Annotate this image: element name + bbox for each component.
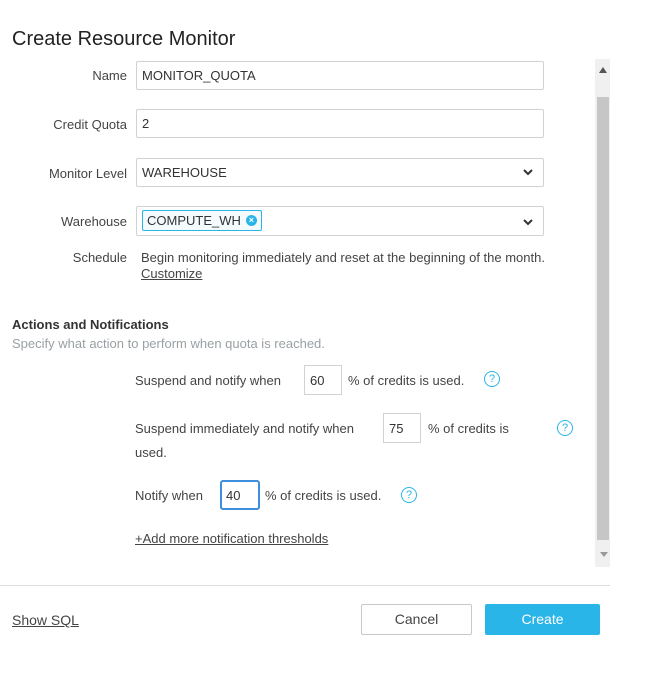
actions-section-subtitle: Specify what action to perform when quot…	[12, 336, 325, 351]
notify-text: Notify when	[135, 488, 203, 503]
scrollbar-thumb[interactable]	[597, 97, 609, 540]
name-field[interactable]	[136, 61, 544, 90]
create-button[interactable]: Create	[485, 604, 600, 635]
schedule-label: Schedule	[72, 250, 127, 265]
cancel-button[interactable]: Cancel	[361, 604, 472, 635]
credit-quota-label: Credit Quota	[53, 117, 127, 132]
schedule-description: Begin monitoring immediately and reset a…	[141, 250, 546, 282]
monitor-level-value: WAREHOUSE	[142, 165, 227, 180]
actions-section-title: Actions and Notifications	[12, 317, 169, 332]
add-more-thresholds-link[interactable]: +Add more notification thresholds	[135, 531, 328, 546]
chevron-down-icon	[523, 219, 533, 226]
help-icon[interactable]: ?	[484, 371, 500, 387]
help-icon[interactable]: ?	[557, 420, 573, 436]
warehouse-chip-label: COMPUTE_WH	[147, 213, 241, 228]
suspend-immediately-suffix: % of credits is	[428, 421, 509, 436]
remove-chip-icon[interactable]: ×	[245, 215, 257, 226]
customize-link[interactable]: Customize	[141, 266, 546, 282]
notify-suffix: % of credits is used.	[265, 488, 382, 503]
suspend-notify-percent-input[interactable]	[304, 365, 342, 395]
help-icon[interactable]: ?	[401, 487, 417, 503]
credit-quota-field[interactable]	[136, 109, 544, 138]
warehouse-label: Warehouse	[61, 214, 127, 229]
monitor-level-label: Monitor Level	[48, 166, 127, 181]
footer-divider	[0, 585, 610, 586]
suspend-immediately-text: Suspend immediately and notify when	[135, 421, 354, 436]
warehouse-chip: COMPUTE_WH ×	[142, 210, 262, 231]
scroll-up-arrow-icon[interactable]	[599, 67, 607, 73]
schedule-text: Begin monitoring immediately and reset a…	[141, 250, 545, 265]
suspend-notify-text: Suspend and notify when	[135, 373, 281, 388]
suspend-notify-suffix: % of credits is used.	[348, 373, 465, 388]
monitor-level-select[interactable]: WAREHOUSE	[136, 158, 544, 187]
name-label: Name	[92, 68, 127, 83]
chevron-down-icon	[523, 169, 533, 176]
dialog-title: Create Resource Monitor	[12, 28, 236, 50]
suspend-immediately-suffix-2: used.	[135, 445, 167, 460]
notify-percent-input[interactable]	[220, 480, 260, 510]
suspend-immediately-percent-input[interactable]	[383, 413, 421, 443]
show-sql-link[interactable]: Show SQL	[12, 612, 79, 628]
scroll-down-arrow-icon[interactable]	[600, 552, 608, 557]
warehouse-select[interactable]: COMPUTE_WH ×	[136, 206, 544, 236]
